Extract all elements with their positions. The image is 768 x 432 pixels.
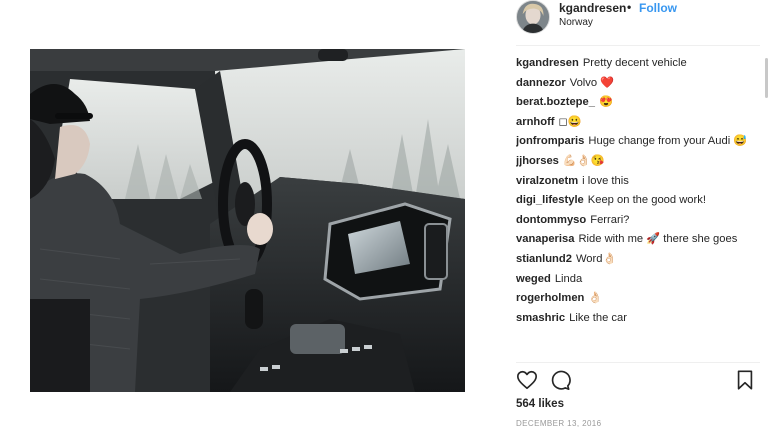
comment-item: digi_lifestyle Keep on the good work! <box>516 193 760 208</box>
comment-username[interactable]: dontommyso <box>516 214 586 226</box>
header-separator: • <box>627 0 632 14</box>
comment-username[interactable]: weged <box>516 273 551 285</box>
avatar[interactable] <box>516 0 550 34</box>
comment-text: Huge change from your Audi 😅 <box>588 135 748 148</box>
post-author-username[interactable]: kgandresen <box>559 1 626 15</box>
comment-username[interactable]: arnhoff <box>516 116 555 128</box>
post-header: kgandresen • Follow Norway <box>516 0 760 46</box>
comment-username[interactable]: stianlund2 <box>516 253 572 265</box>
comment-username[interactable]: jjhorses <box>516 155 559 167</box>
speech-bubble-icon[interactable] <box>549 369 571 391</box>
comment-item: kgandresen Pretty decent vehicle <box>516 56 760 71</box>
comment-item: dontommyso Ferrari? <box>516 213 760 228</box>
comment-username[interactable]: berat.boztepe_ <box>516 96 595 108</box>
comment-text: Volvo ❤️ <box>569 76 615 89</box>
comment-username[interactable]: dannezor <box>516 77 566 89</box>
comment-text: Ferrari? <box>590 213 630 226</box>
car-interior-photo <box>30 49 465 392</box>
comment-item: arnhoff ◻😀 <box>516 115 760 130</box>
comment-item: jonfromparis Huge change from your Audi 😅 <box>516 134 760 149</box>
comment-item: viralzonetm i love this <box>516 174 760 189</box>
post-actions <box>516 369 760 393</box>
comment-text: Linda <box>554 272 583 285</box>
comment-text: Ride with me 🚀 there she goes <box>578 233 738 246</box>
comment-item: dannezor Volvo ❤️ <box>516 76 760 91</box>
comment-item: smashric Like the car <box>516 311 760 326</box>
comment-text: Keep on the good work! <box>587 194 706 207</box>
comment-username[interactable]: vanaperisa <box>516 233 574 245</box>
comment-item: vanaperisa Ride with me 🚀 there she goes <box>516 232 760 247</box>
post-date: DECEMBER 13, 2016 <box>516 419 602 428</box>
comment-username[interactable]: digi_lifestyle <box>516 194 584 206</box>
comment-username[interactable]: jonfromparis <box>516 135 584 147</box>
actions-divider <box>516 362 760 363</box>
comment-text: i love this <box>582 174 629 187</box>
comment-text: ◻😀 <box>558 115 582 128</box>
bookmark-icon[interactable] <box>734 369 756 391</box>
profile-picture <box>517 1 549 33</box>
comment-text: Word👌🏻 <box>575 252 617 265</box>
comment-item: berat.boztepe_ 😍 <box>516 95 760 110</box>
post-side-panel: kgandresen • Follow Norway kgandresen Pre… <box>516 0 760 432</box>
comment-item: weged Linda <box>516 272 760 287</box>
comment-item: rogerholmen 👌🏻 <box>516 291 760 306</box>
comment-username[interactable]: smashric <box>516 312 565 324</box>
comment-item: stianlund2 Word👌🏻 <box>516 252 760 267</box>
heart-outline-icon[interactable] <box>516 369 538 391</box>
likes-count[interactable]: 564 likes <box>516 398 564 410</box>
follow-button[interactable]: Follow <box>639 1 677 15</box>
comment-text: 💪🏻👌🏻😘 <box>562 154 605 167</box>
comment-username[interactable]: viralzonetm <box>516 175 578 187</box>
comment-text: 👌🏻 <box>588 292 603 305</box>
post-photo[interactable] <box>30 49 465 392</box>
comment-item: jjhorses 💪🏻👌🏻😘 <box>516 154 760 169</box>
comment-text: 😍 <box>598 96 613 109</box>
comment-text: Like the car <box>569 311 627 324</box>
comment-username[interactable]: kgandresen <box>516 57 579 69</box>
comments-list[interactable]: kgandresen Pretty decent vehicle dannezor… <box>516 56 760 362</box>
comment-text: Pretty decent vehicle <box>582 57 687 69</box>
comment-username[interactable]: rogerholmen <box>516 292 584 304</box>
post-location[interactable]: Norway <box>559 17 593 28</box>
